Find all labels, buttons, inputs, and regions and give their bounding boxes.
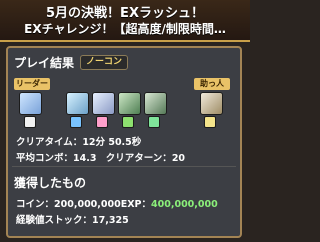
team-area: リーダー 助っ人 xyxy=(14,78,234,130)
assist-icon-1[interactable] xyxy=(24,116,36,128)
coin-exp-line: コイン：200,000,000EXP：400,000,000 xyxy=(16,196,218,210)
assist-icon-2[interactable] xyxy=(70,116,82,128)
clear-turn-label: クリアターン： xyxy=(105,153,172,164)
clear-time-line: クリアタイム：12分 50.5秒 xyxy=(16,134,141,148)
no-continue-badge: ノーコン xyxy=(80,55,129,70)
combo-turn-line: 平均コンボ：14.3 クリアターン：20 xyxy=(16,150,185,164)
friend-monster-icon[interactable] xyxy=(200,92,223,115)
stock-label: 経験値ストック： xyxy=(16,215,93,226)
avg-combo-value: 14.3 xyxy=(73,153,97,164)
play-result-header: プレイ結果 ノーコン xyxy=(12,52,236,70)
stock-line: 経験値ストック：17,325 xyxy=(16,212,129,226)
sub-monster-icon-3[interactable] xyxy=(118,92,141,115)
dungeon-title: 5月の決戦！EXラッシュ！ xyxy=(46,6,204,21)
coin-value: 200,000,000 xyxy=(54,199,121,210)
clear-turn-value: 20 xyxy=(171,153,186,164)
sub-monster-icon-2[interactable] xyxy=(92,92,115,115)
result-panel: プレイ結果 ノーコン リーダー 助っ人 クリアタイム：12分 50.5秒 平均コ… xyxy=(6,46,242,238)
avg-combo-label: 平均コンボ： xyxy=(16,153,74,164)
assist-icon-6[interactable] xyxy=(204,116,216,128)
assist-icon-3[interactable] xyxy=(96,116,108,128)
sub-monster-icon-4[interactable] xyxy=(144,92,167,115)
exp-value: 400,000,000 xyxy=(151,199,218,210)
clear-time-label: クリアタイム： xyxy=(16,137,83,148)
leader-tag: リーダー xyxy=(14,78,50,90)
exp-label: EXP： xyxy=(120,199,152,210)
play-result-heading: プレイ結果 xyxy=(14,56,75,70)
floor-title: EXチャレンジ！【超高度/制限時間… xyxy=(24,22,226,36)
stock-value: 17,325 xyxy=(92,215,129,226)
assist-icon-4[interactable] xyxy=(122,116,134,128)
coin-label: コイン： xyxy=(16,199,55,210)
sub-monster-icon-1[interactable] xyxy=(66,92,89,115)
rewards-heading: 獲得したもの xyxy=(14,176,87,190)
divider xyxy=(12,166,236,167)
leader-monster-icon[interactable] xyxy=(19,92,42,115)
title-banner: 5月の決戦！EXラッシュ！ EXチャレンジ！【超高度/制限時間… xyxy=(0,0,250,42)
friend-tag: 助っ人 xyxy=(194,78,230,90)
clear-time-value: 12分 50.5秒 xyxy=(82,137,142,148)
assist-icon-5[interactable] xyxy=(148,116,160,128)
